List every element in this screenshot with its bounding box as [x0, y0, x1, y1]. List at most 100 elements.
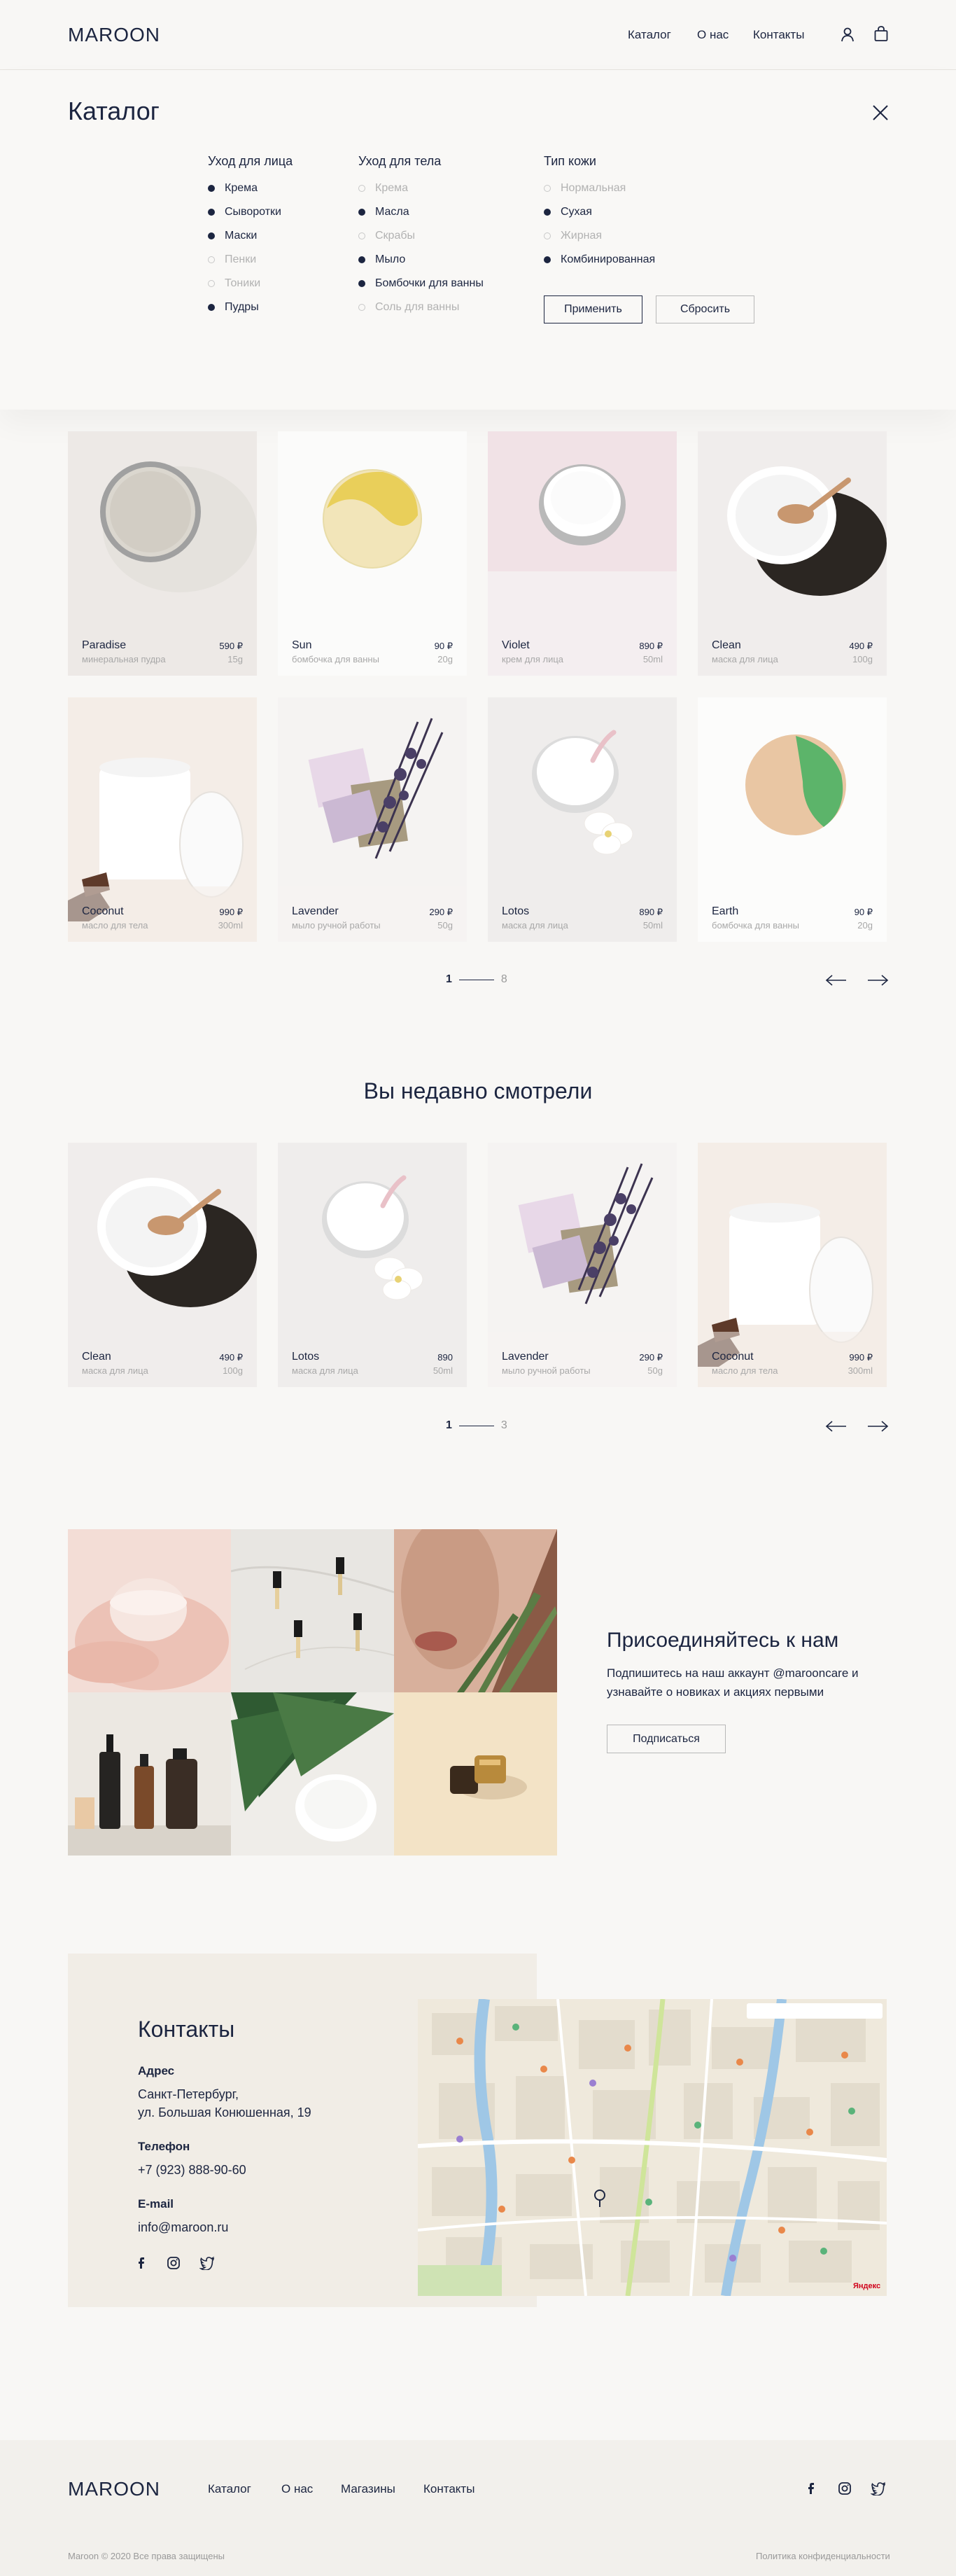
checked-dot-icon	[208, 304, 215, 311]
footer-logo[interactable]: MAROON	[68, 2478, 160, 2500]
cart-bag-icon[interactable]	[873, 25, 890, 42]
gallery-photo-cream-hands	[68, 1529, 231, 1692]
email-link[interactable]: info@maroon.ru	[138, 2218, 228, 2237]
product-card[interactable]: Coconut 990 ₽ масло для тела 300ml	[68, 697, 257, 942]
filter-option[interactable]: Комбинированная	[544, 253, 655, 266]
filter-option[interactable]: Бомбочки для ванны	[358, 277, 484, 290]
product-type: мыло ручной работы	[292, 920, 381, 931]
facebook-icon[interactable]	[135, 2256, 149, 2270]
close-icon[interactable]	[871, 104, 890, 122]
product-type: масло для тела	[712, 1365, 778, 1376]
product-price: 890	[437, 1352, 453, 1363]
apply-button[interactable]: Применить	[544, 295, 642, 323]
phone-label: Телефон	[138, 2140, 190, 2153]
product-type: маска для лица	[502, 920, 568, 931]
unchecked-dot-icon	[544, 185, 551, 192]
product-name: Lotos	[292, 1351, 320, 1363]
filter-option-label: Бомбочки для ванны	[375, 277, 484, 289]
product-price: 890 ₽	[639, 907, 663, 917]
product-name: Sun	[292, 639, 312, 651]
product-card[interactable]: Coconut 990 ₽ масло для тела 300ml	[698, 1143, 887, 1387]
filter-option[interactable]: Маски	[208, 230, 257, 242]
contacts-map[interactable]: Яндекс	[418, 1999, 887, 2296]
product-card[interactable]: Lotos 890 маска для лица 50ml	[278, 1143, 467, 1387]
unchecked-dot-icon	[358, 232, 365, 239]
product-card[interactable]: Lavender 290 ₽ мыло ручной работы 50g	[488, 1143, 677, 1387]
recent-section-title: Вы недавно смотрели	[363, 1078, 593, 1103]
product-card[interactable]: Sun 90 ₽ бомбочка для ванны 20g	[278, 431, 467, 676]
pager-current[interactable]: 1	[446, 973, 452, 986]
filter-option-label: Маски	[225, 230, 258, 242]
logo[interactable]: MAROON	[68, 24, 160, 46]
filter-option[interactable]: Мыло	[358, 253, 405, 266]
arrow-left-icon[interactable]	[825, 1420, 848, 1433]
footer-nav-catalog[interactable]: Каталог	[208, 2482, 251, 2496]
nav-about[interactable]: О нас	[697, 28, 729, 42]
product-card[interactable]: Clean 490 ₽ маска для лица 100g	[68, 1143, 257, 1387]
filter-option-label: Пенки	[225, 253, 257, 265]
nav-contacts[interactable]: Контакты	[753, 28, 804, 42]
filter-option-label: Крема	[225, 182, 258, 194]
twitter-icon[interactable]	[199, 2256, 215, 2270]
pager-current[interactable]: 1	[446, 1419, 452, 1432]
filter-option[interactable]: Скрабы	[358, 230, 415, 242]
filter-option[interactable]: Тоники	[208, 277, 260, 290]
footer-nav-about[interactable]: О нас	[281, 2482, 313, 2496]
filter-option[interactable]: Сухая	[544, 206, 592, 218]
instagram-icon[interactable]	[167, 2256, 181, 2270]
filter-option-label: Тоники	[225, 277, 261, 289]
product-card[interactable]: Paradise 590 ₽ минеральная пудра 15g	[68, 431, 257, 676]
product-size: 50g	[437, 920, 453, 931]
checked-dot-icon	[358, 280, 365, 287]
address-line1: Санкт-Петербург,	[138, 2087, 239, 2101]
product-type: минеральная пудра	[82, 654, 166, 664]
product-name: Lotos	[502, 905, 530, 917]
arrow-left-icon[interactable]	[825, 974, 848, 987]
unchecked-dot-icon	[208, 280, 215, 287]
product-name: Clean	[712, 639, 741, 651]
reset-button[interactable]: Сбросить	[656, 295, 754, 323]
phone-link[interactable]: +7 (923) 888-90-60	[138, 2161, 246, 2180]
privacy-policy-link[interactable]: Политика конфиденциальности	[756, 2551, 890, 2561]
filter-option-label: Нормальная	[561, 182, 626, 194]
filter-option[interactable]: Соль для ванны	[358, 301, 459, 314]
site-footer: MAROON Каталог О нас Магазины Контакты M…	[0, 2440, 956, 2576]
product-card[interactable]: Lavender 290 ₽ мыло ручной работы 50g	[278, 697, 467, 942]
product-price: 590 ₽	[219, 641, 243, 651]
product-card[interactable]: Clean 490 ₽ маска для лица 100g	[698, 431, 887, 676]
filter-option-label: Скрабы	[375, 230, 416, 242]
product-price: 290 ₽	[639, 1352, 663, 1363]
pager-total[interactable]: 8	[501, 973, 507, 986]
filter-option-label: Мыло	[375, 253, 406, 265]
filter-option-label: Комбинированная	[561, 253, 656, 265]
filter-option[interactable]: Масла	[358, 206, 409, 218]
instagram-icon[interactable]	[838, 2481, 852, 2495]
product-card[interactable]: Lotos 890 ₽ маска для лица 50ml	[488, 697, 677, 942]
arrow-right-icon[interactable]	[866, 974, 889, 987]
catalog-filter-panel: Каталог Уход для лица Уход для тела Тип …	[0, 70, 956, 410]
filter-option[interactable]: Пенки	[208, 253, 256, 266]
footer-nav-shops[interactable]: Магазины	[341, 2482, 395, 2496]
filter-column-title: Уход для лица	[208, 154, 293, 168]
user-icon[interactable]	[839, 26, 856, 43]
filter-option[interactable]: Пудры	[208, 301, 259, 314]
checked-dot-icon	[208, 185, 215, 192]
subscribe-button[interactable]: Подписаться	[607, 1725, 726, 1753]
product-card[interactable]: Violet 890 ₽ крем для лица 50ml	[488, 431, 677, 676]
filter-option[interactable]: Нормальная	[544, 182, 626, 195]
facebook-icon[interactable]	[805, 2481, 819, 2495]
product-card[interactable]: Earth 90 ₽ бомбочка для ванны 20g	[698, 697, 887, 942]
filter-option[interactable]: Сыворотки	[208, 206, 281, 218]
product-name: Lavender	[502, 1351, 549, 1363]
pager-total[interactable]: 3	[501, 1419, 507, 1432]
product-type: маска для лица	[292, 1365, 358, 1376]
nav-catalog[interactable]: Каталог	[628, 28, 671, 42]
filter-option[interactable]: Крема	[208, 182, 258, 195]
footer-nav-contacts[interactable]: Контакты	[423, 2482, 475, 2496]
arrow-right-icon[interactable]	[866, 1420, 889, 1433]
filter-option[interactable]: Жирная	[544, 230, 602, 242]
filter-option[interactable]: Крема	[358, 182, 408, 195]
twitter-icon[interactable]	[871, 2481, 886, 2495]
product-size: 20g	[437, 654, 453, 664]
email-label: E-mail	[138, 2197, 174, 2211]
